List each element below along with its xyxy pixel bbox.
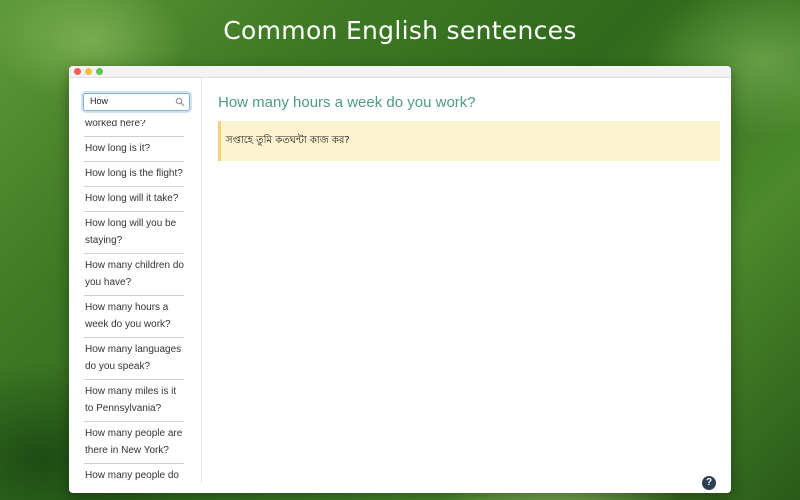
list-item[interactable]: How long will you be staying?	[84, 212, 184, 254]
list-item[interactable]: worked here?	[84, 120, 184, 137]
help-button[interactable]: ?	[702, 476, 716, 490]
list-item[interactable]: How many people are there in New York?	[84, 422, 184, 464]
list-item[interactable]: How long is it?	[84, 137, 184, 162]
list-item[interactable]: How long will it take?	[84, 187, 184, 212]
close-window-button[interactable]	[74, 68, 81, 75]
translation-box: সপ্তাহে তুমি কতঘন্টা কাজ কর?	[218, 121, 720, 161]
sidebar: How worked here? How long is it? How lon…	[69, 78, 202, 483]
search-input[interactable]: How	[83, 93, 190, 111]
list-item[interactable]: How many people do you have in your	[84, 464, 184, 483]
translation-text: সপ্তাহে তুমি কতঘন্টা কাজ কর?	[226, 135, 350, 146]
search-icon[interactable]	[175, 97, 185, 107]
minimize-window-button[interactable]	[85, 68, 92, 75]
list-item[interactable]: How many languages do you speak?	[84, 338, 184, 380]
app-window: How worked here? How long is it? How lon…	[69, 66, 731, 493]
question-title: How many hours a week do you work?	[218, 94, 476, 111]
list-item[interactable]: How many children do you have?	[84, 254, 184, 296]
search-value[interactable]: How	[90, 96, 108, 106]
detail-pane: How many hours a week do you work? সপ্তা…	[218, 78, 720, 493]
maximize-window-button[interactable]	[96, 68, 103, 75]
page-headline: Common English sentences	[223, 16, 577, 45]
list-item-selected[interactable]: How many hours a week do you work?	[84, 296, 184, 338]
list-item[interactable]: How many miles is it to Pennsylvania?	[84, 380, 184, 422]
list-item[interactable]: How long is the flight?	[84, 162, 184, 187]
sentence-list[interactable]: worked here? How long is it? How long is…	[84, 120, 184, 483]
title-bar	[69, 66, 731, 78]
